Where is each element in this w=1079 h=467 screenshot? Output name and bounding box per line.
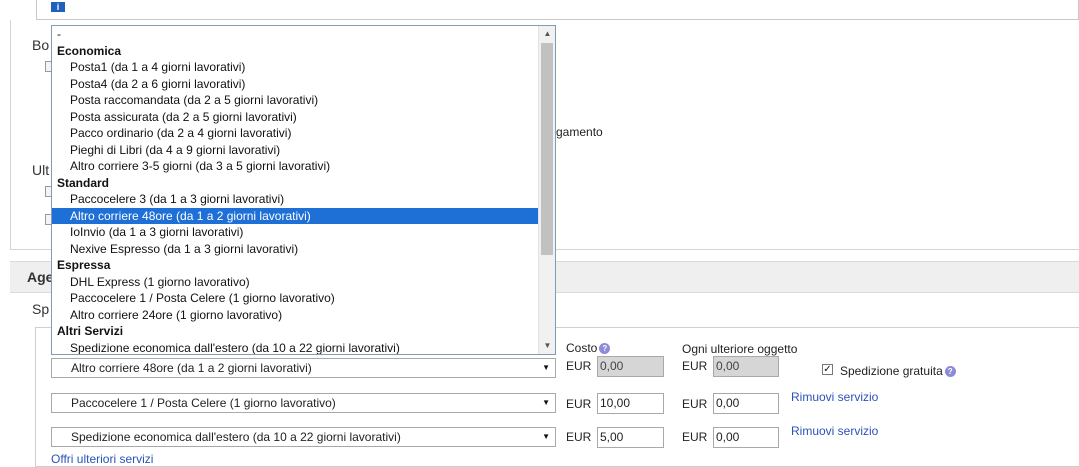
- dropdown-arrow-icon: ▼: [542, 398, 550, 407]
- service-select-3[interactable]: Spedizione economica dall'estero (da 10 …: [51, 427, 556, 447]
- dropdown-group-label: Economica: [57, 43, 122, 58]
- dropdown-option[interactable]: Posta assicurata (da 2 a 5 giorni lavora…: [52, 109, 539, 126]
- dropdown-option[interactable]: IoInvio (da 1 a 3 giorni lavorativi): [52, 224, 539, 241]
- dropdown-option[interactable]: Altro corriere 3-5 giorni (da 3 a 5 gior…: [52, 158, 539, 175]
- dropdown-option[interactable]: Posta1 (da 1 a 4 giorni lavorativi): [52, 59, 539, 76]
- section-title: Age: [27, 269, 54, 285]
- cost-column-header: Costo?: [566, 341, 611, 355]
- cost-input[interactable]: 0,00: [597, 356, 664, 377]
- service-select-value: Altro corriere 48ore (da 1 a 2 giorni la…: [71, 361, 312, 375]
- service-select-1[interactable]: Altro corriere 48ore (da 1 a 2 giorni la…: [51, 358, 556, 378]
- dropdown-group-label: Espressa: [57, 258, 111, 272]
- free-shipping-label: Spedizione gratuita: [840, 364, 943, 378]
- dropdown-option[interactable]: Spedizione economica dall'estero (da 10 …: [52, 340, 539, 355]
- dropdown-option-empty[interactable]: -: [52, 26, 539, 43]
- dropdown-scrollbar[interactable]: ▲ ▼: [538, 26, 555, 354]
- additional-item-column-header: Ogni ulteriore oggetto: [682, 342, 798, 356]
- additional-cost-input[interactable]: 0,00: [713, 356, 779, 377]
- dropdown-option[interactable]: DHL Express (1 giorno lavorativo): [52, 274, 539, 291]
- cost-input[interactable]: 5,00: [597, 427, 664, 448]
- dropdown-option[interactable]: Altro corriere 24ore (1 giorno lavorativ…: [52, 307, 539, 324]
- free-shipping-checkbox[interactable]: ✓: [822, 364, 833, 375]
- currency-label: EUR: [682, 430, 708, 444]
- dropdown-option[interactable]: Posta4 (da 2 a 6 giorni lavorativi): [52, 76, 539, 93]
- dropdown-option[interactable]: Pieghi di Libri (da 4 a 9 giorni lavorat…: [52, 142, 539, 159]
- dropdown-option[interactable]: Paccocelere 1 / Posta Celere (1 giorno l…: [52, 290, 539, 307]
- scroll-up-arrow-icon[interactable]: ▲: [539, 26, 555, 42]
- dropdown-option[interactable]: Nexive Espresso (da 1 a 3 giorni lavorat…: [52, 241, 539, 258]
- additional-cost-input[interactable]: 0,00: [713, 393, 779, 414]
- remove-service-link[interactable]: Rimuovi servizio: [791, 390, 878, 404]
- dropdown-option[interactable]: Pacco ordinario (da 2 a 4 giorni lavorat…: [52, 125, 539, 142]
- dropdown-option[interactable]: Posta raccomandata (da 2 a 5 giorni lavo…: [52, 92, 539, 109]
- section-label-fragment: Ult: [32, 162, 50, 178]
- dropdown-option[interactable]: Altro corriere 48ore (da 1 a 2 giorni la…: [52, 207, 539, 224]
- section-label-fragment: Bo: [32, 37, 50, 53]
- info-banner: [36, 0, 1079, 20]
- service-select-value: Paccocelere 1 / Posta Celere (1 giorno l…: [71, 396, 336, 410]
- remove-service-link[interactable]: Rimuovi servizio: [791, 424, 878, 438]
- scroll-down-arrow-icon[interactable]: ▼: [539, 338, 555, 354]
- more-services-link[interactable]: Offri ulteriori servizi: [51, 452, 153, 466]
- help-icon[interactable]: ?: [599, 343, 611, 355]
- scrollbar-thumb[interactable]: [541, 43, 553, 255]
- dropdown-option[interactable]: Paccocelere 3 (da 1 a 3 giorni lavorativ…: [52, 191, 539, 208]
- currency-label: EUR: [566, 359, 592, 373]
- info-icon: i: [51, 2, 65, 12]
- currency-label: EUR: [682, 397, 708, 411]
- currency-label: EUR: [566, 397, 592, 411]
- currency-label: EUR: [682, 359, 708, 373]
- dropdown-options: - Economica Posta1 (da 1 a 4 giorni lavora…: [52, 26, 539, 355]
- service-select-value: Spedizione economica dall'estero (da 10 …: [71, 430, 401, 444]
- additional-cost-input[interactable]: 0,00: [713, 427, 779, 448]
- service-select-2[interactable]: Paccocelere 1 / Posta Celere (1 giorno l…: [51, 393, 556, 413]
- dropdown-arrow-icon: ▼: [542, 363, 550, 372]
- dropdown-arrow-icon: ▼: [542, 432, 550, 441]
- dropdown-group-label: Standard: [57, 175, 110, 190]
- service-dropdown-list[interactable]: - Economica Posta1 (da 1 a 4 giorni lavora…: [51, 25, 556, 355]
- option-label-fragment: gamento: [556, 125, 603, 139]
- free-shipping-row: Spedizione gratuita?: [840, 364, 956, 378]
- cost-label: Costo: [566, 341, 598, 355]
- help-icon[interactable]: ?: [944, 366, 956, 378]
- dropdown-group-label: Altri Servizi: [57, 324, 124, 338]
- currency-label: EUR: [566, 430, 592, 444]
- cost-input[interactable]: 10,00: [597, 393, 664, 414]
- subsection-label-fragment: Sp: [32, 301, 50, 317]
